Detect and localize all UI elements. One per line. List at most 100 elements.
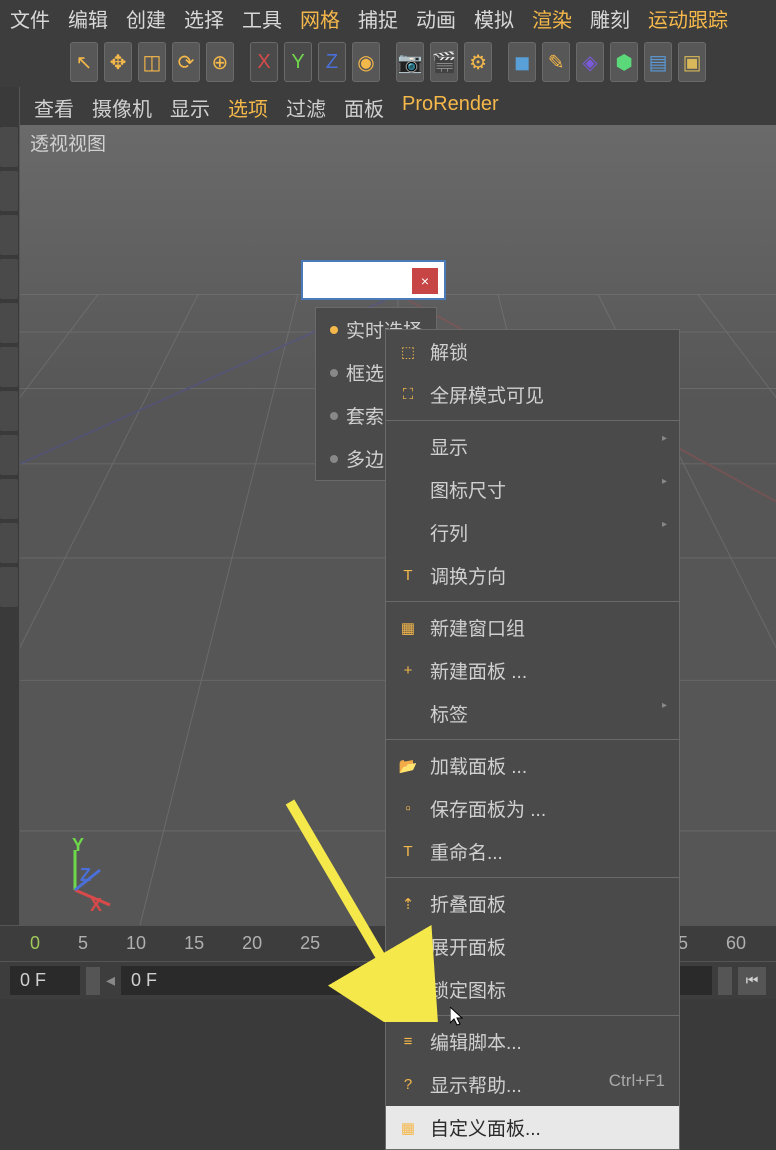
customize-icon: ▦	[398, 1118, 418, 1138]
deformer-icon[interactable]: ◈	[576, 42, 604, 82]
cm2-display[interactable]: 显示	[386, 425, 679, 468]
cm2-unlock[interactable]: ⬚解锁	[386, 330, 679, 373]
menu-simulate[interactable]: 模拟	[474, 4, 514, 33]
menu-snap[interactable]: 捕捉	[358, 4, 398, 33]
menu-create[interactable]: 创建	[126, 4, 166, 33]
vp-filter[interactable]: 过滤	[286, 93, 326, 122]
timeline-mark-60[interactable]: 60	[726, 933, 746, 954]
viewport-label: 透视视图	[30, 129, 106, 156]
sidebar-tool-1[interactable]	[0, 127, 18, 167]
cm2-icon-size[interactable]: 图标尺寸	[386, 468, 679, 511]
vp-view[interactable]: 查看	[34, 93, 74, 122]
sidebar-tool-3[interactable]	[0, 215, 18, 255]
main-toolbar: ↖ ✥ ◫ ⟳ ⊕ X Y Z ◉ 📷 🎬 ⚙ ◼ ✎ ◈ ⬢ ▤ ▣	[0, 37, 776, 87]
tool-lastused-icon[interactable]: ⊕	[206, 42, 234, 82]
timeline-mark-15[interactable]: 15	[184, 933, 204, 954]
timeline-mark-20[interactable]: 20	[242, 933, 262, 954]
sidebar-tool-7[interactable]	[0, 391, 18, 431]
play-first-button[interactable]: ⏮	[738, 967, 766, 995]
window-group-icon: ▦	[398, 618, 418, 638]
sidebar-tool-5[interactable]	[0, 303, 18, 343]
spinner-icon-2[interactable]	[718, 967, 732, 995]
menu-edit[interactable]: 编辑	[68, 4, 108, 33]
axis-y-label: Y	[72, 835, 84, 856]
sidebar-tool-8[interactable]	[0, 435, 18, 475]
tool-rotate-icon[interactable]: ⟳	[172, 42, 200, 82]
sidebar-tool-11[interactable]	[0, 567, 18, 607]
cm2-new-panel[interactable]: +新建面板 ...	[386, 649, 679, 692]
cm2-save-panel[interactable]: ▫保存面板为 ...	[386, 787, 679, 830]
sidebar-tool-10[interactable]	[0, 523, 18, 563]
tool-brush-icon[interactable]: ✎	[542, 42, 570, 82]
render-view-icon[interactable]: 📷	[396, 42, 424, 82]
spinner-icon[interactable]	[86, 967, 100, 995]
main-menu-bar: 文件 编辑 创建 选择 工具 网格 捕捉 动画 模拟 渲染 雕刻 运动跟踪	[0, 0, 776, 37]
vp-panel[interactable]: 面板	[344, 93, 384, 122]
mograph-icon[interactable]: ▤	[644, 42, 672, 82]
camera-icon[interactable]: ▣	[678, 42, 706, 82]
left-tool-sidebar	[0, 87, 20, 925]
menu-tools[interactable]: 工具	[242, 4, 282, 33]
script-icon: ≡	[398, 1032, 418, 1052]
sidebar-tool-2[interactable]	[0, 171, 18, 211]
unlock-icon: ⬚	[398, 342, 418, 362]
coord-system-icon[interactable]: ◉	[352, 42, 380, 82]
timeline-mark-5[interactable]: 5	[78, 933, 88, 954]
vp-display[interactable]: 显示	[170, 93, 210, 122]
radio-icon	[330, 369, 338, 377]
radio-icon	[330, 412, 338, 420]
menu-file[interactable]: 文件	[10, 4, 50, 33]
generator-icon[interactable]: ⬢	[610, 42, 638, 82]
cm2-collapse-panel[interactable]: ⇡折叠面板	[386, 882, 679, 925]
open-icon: 📂	[398, 756, 418, 776]
cm2-load-panel[interactable]: 📂加载面板 ...	[386, 744, 679, 787]
save-icon: ▫	[398, 799, 418, 819]
vp-camera[interactable]: 摄像机	[92, 93, 152, 122]
radio-icon	[330, 455, 338, 463]
viewport[interactable]: 查看 摄像机 显示 选项 过滤 面板 ProRender 透视视图	[20, 87, 776, 925]
timeline-mark-25[interactable]: 25	[300, 933, 320, 954]
menu-animate[interactable]: 动画	[416, 4, 456, 33]
tool-scale-icon[interactable]: ◫	[138, 42, 166, 82]
popup-dialog[interactable]: ×	[301, 260, 446, 300]
sidebar-tool-6[interactable]	[0, 347, 18, 387]
timeline-mark-10[interactable]: 10	[126, 933, 146, 954]
render-picture-icon[interactable]: 🎬	[430, 42, 458, 82]
expand-icon: ⇣	[398, 937, 418, 957]
tool-move-icon[interactable]: ✥	[104, 42, 132, 82]
viewport-menu-bar: 查看 摄像机 显示 选项 过滤 面板 ProRender	[20, 87, 776, 130]
menu-select[interactable]: 选择	[184, 4, 224, 33]
cm2-fullscreen[interactable]: ⛶全屏模式可见	[386, 373, 679, 416]
add-icon: +	[398, 661, 418, 681]
cm2-edit-script[interactable]: ≡编辑脚本...	[386, 1020, 679, 1063]
cm2-rows-cols[interactable]: 行列	[386, 511, 679, 554]
cm2-customize-panel[interactable]: ▦自定义面板...	[386, 1106, 679, 1149]
menu-render[interactable]: 渲染	[532, 4, 572, 33]
mouse-cursor-icon	[450, 1007, 466, 1027]
cm2-new-window-group[interactable]: ▦新建窗口组	[386, 606, 679, 649]
render-settings-icon[interactable]: ⚙	[464, 42, 492, 82]
axis-x-label: X	[90, 895, 102, 916]
menu-sculpt[interactable]: 雕刻	[590, 4, 630, 33]
axis-x-icon[interactable]: X	[250, 42, 278, 82]
cm2-swap-dir[interactable]: T调换方向	[386, 554, 679, 597]
primitive-cube-icon[interactable]: ◼	[508, 42, 536, 82]
vp-options[interactable]: 选项	[228, 93, 268, 122]
radio-icon	[330, 326, 338, 334]
sidebar-tool-9[interactable]	[0, 479, 18, 519]
frame-start-field[interactable]: 0 F	[10, 966, 80, 995]
cm2-rename[interactable]: T重命名...	[386, 830, 679, 873]
vp-prorender[interactable]: ProRender	[402, 93, 499, 122]
sidebar-tool-4[interactable]	[0, 259, 18, 299]
cm2-show-help[interactable]: ?显示帮助...Ctrl+F1	[386, 1063, 679, 1106]
tool-cursor-icon[interactable]: ↖	[70, 42, 98, 82]
cm2-labels[interactable]: 标签	[386, 692, 679, 735]
cm2-expand-panel[interactable]: ⇣展开面板	[386, 925, 679, 968]
axis-y-icon[interactable]: Y	[284, 42, 312, 82]
menu-tracking[interactable]: 运动跟踪	[648, 4, 728, 33]
popup-close-button[interactable]: ×	[412, 268, 438, 294]
timeline-mark-0[interactable]: 0	[30, 933, 40, 954]
axis-z-icon[interactable]: Z	[318, 42, 346, 82]
menu-mesh[interactable]: 网格	[300, 4, 340, 33]
cm2-lock-icon[interactable]: 锁定图标	[386, 968, 679, 1011]
